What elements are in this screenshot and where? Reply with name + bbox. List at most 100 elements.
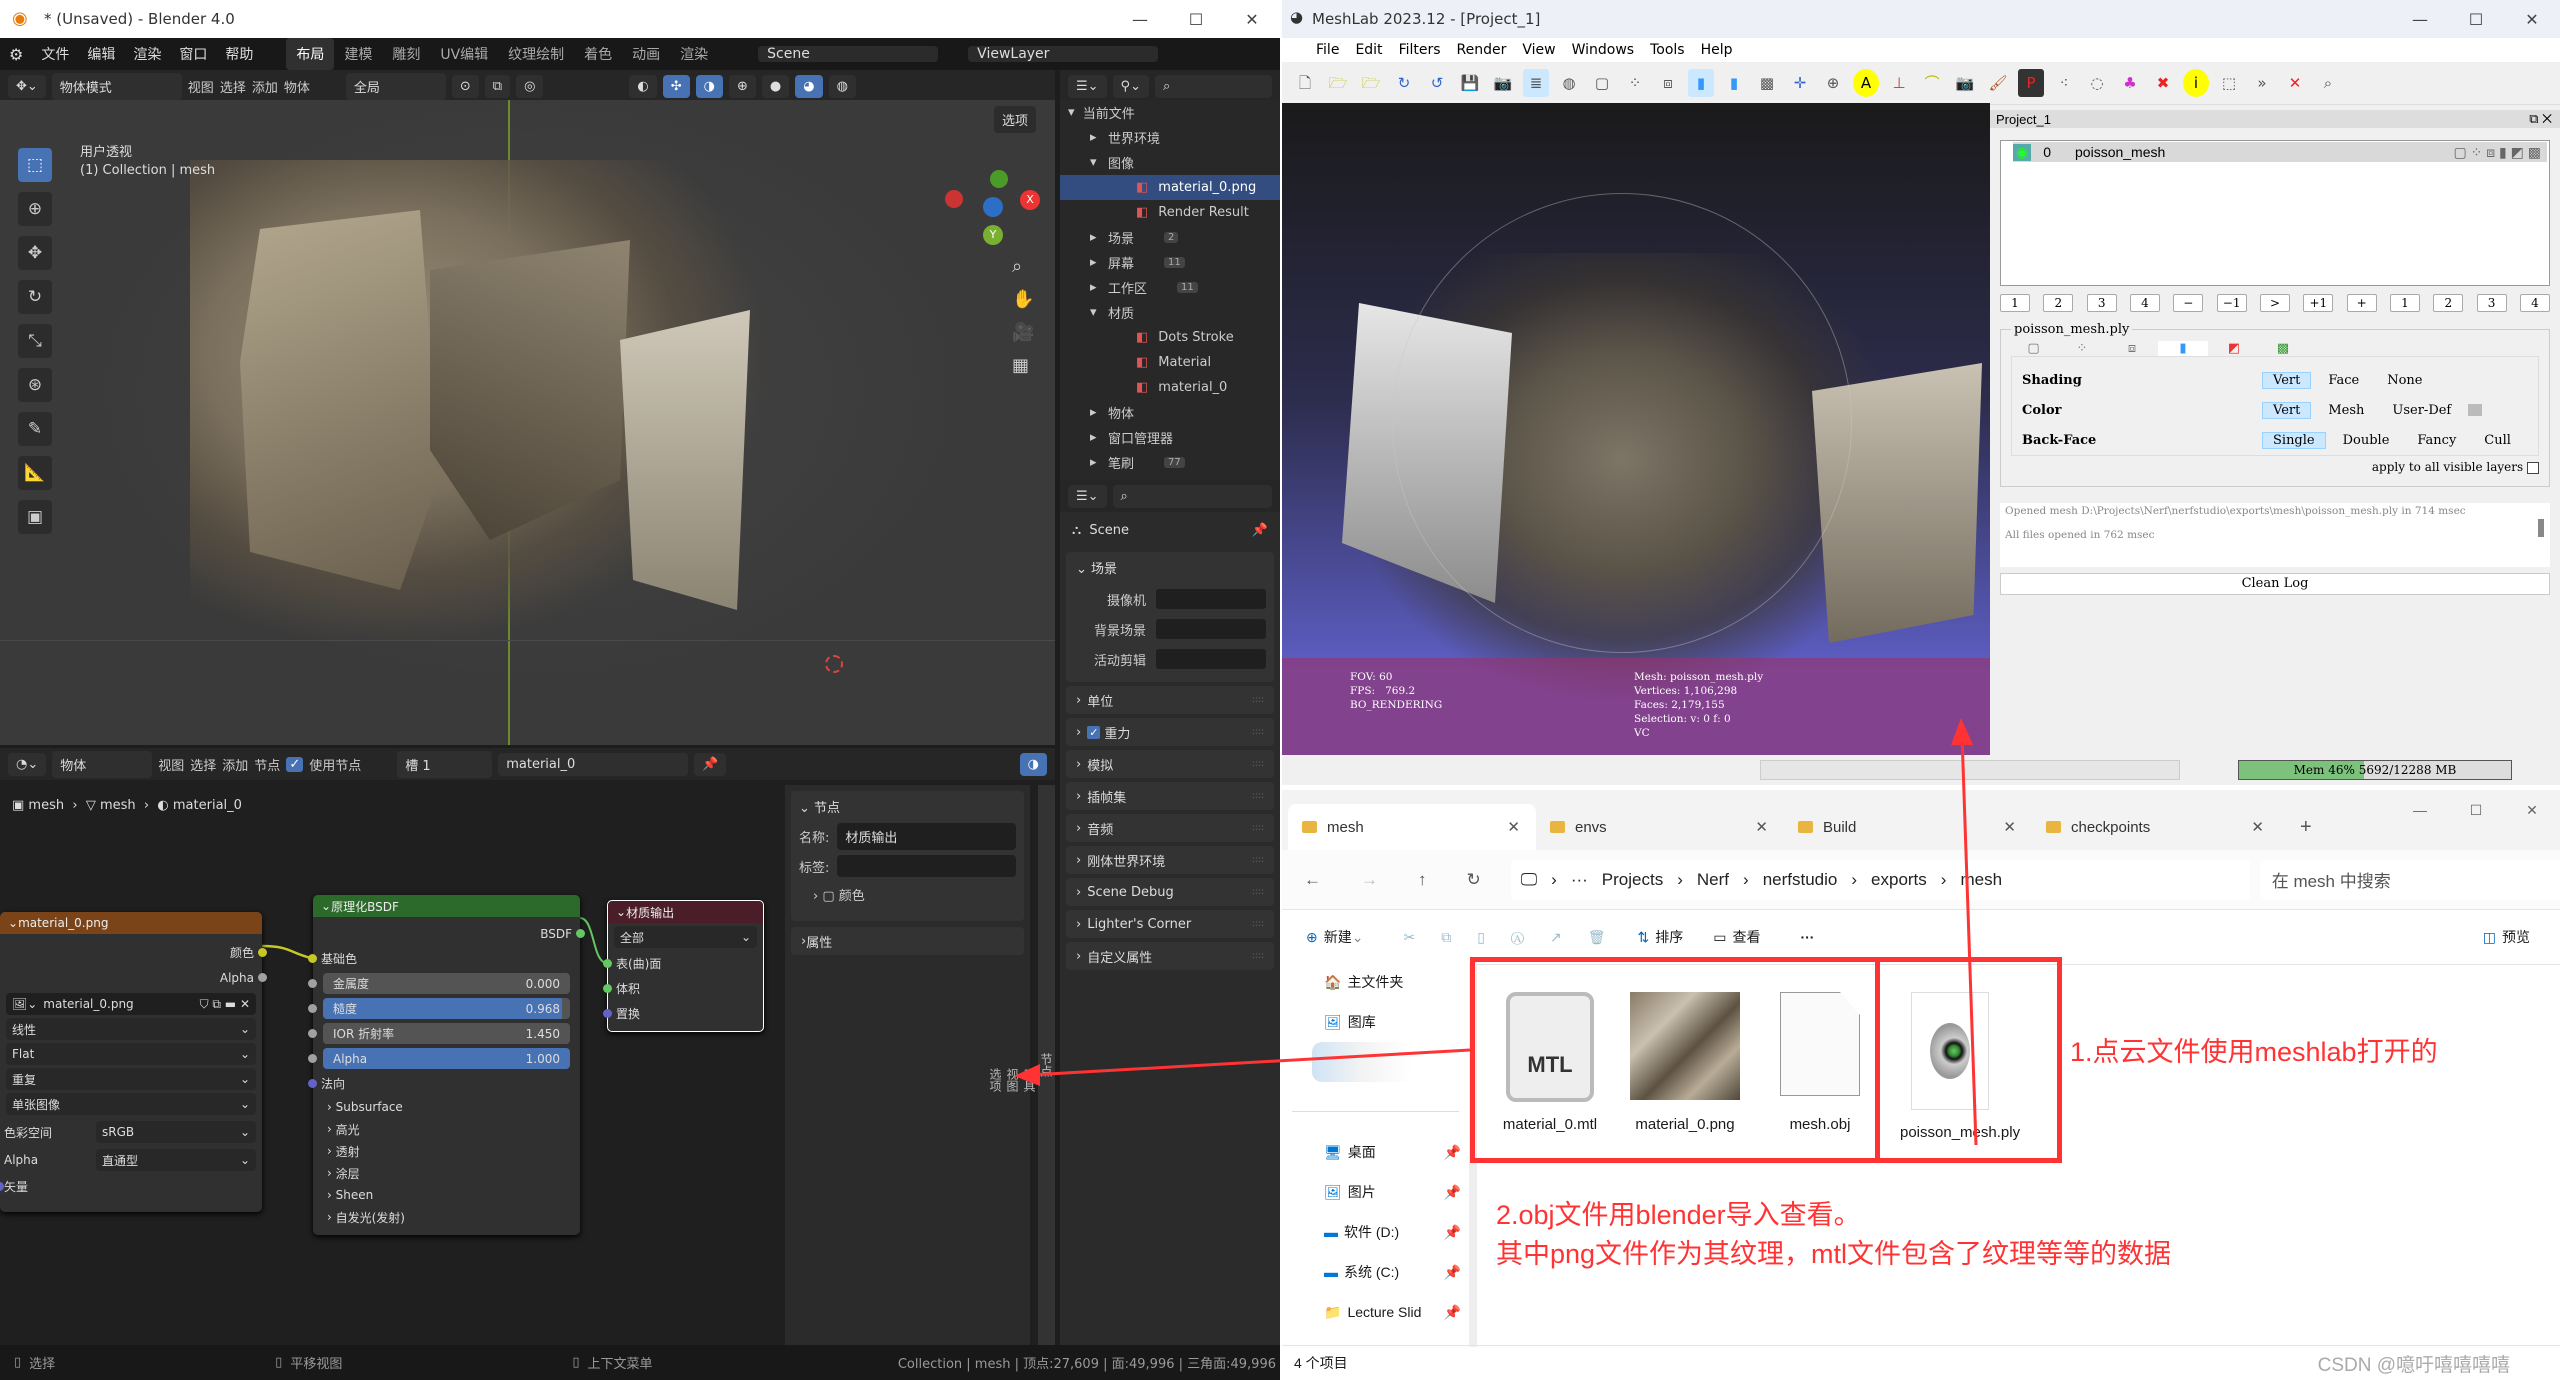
properties-panel[interactable]: › 插帧集:::: <box>1066 782 1274 810</box>
drag-handle-icon[interactable]: :::: <box>1252 791 1264 801</box>
axis-icon[interactable]: ✛ <box>1787 69 1813 97</box>
breadcrumb-segment[interactable]: nerfstudio <box>1763 870 1838 890</box>
trackball-icon[interactable]: ⊕ <box>1820 69 1846 97</box>
layer-nav-button[interactable]: 1 <box>2389 294 2420 312</box>
properties-panel[interactable]: › 模拟:::: <box>1066 750 1274 778</box>
apply-all-checkbox[interactable] <box>2527 461 2539 474</box>
menu-window[interactable]: 窗口 <box>170 44 216 64</box>
layers-icon[interactable]: ≣ <box>1523 69 1549 97</box>
overlay-toggle-icon[interactable]: ◑ <box>1019 752 1047 776</box>
outliner-item[interactable]: ▸ 窗口管理器 <box>1060 425 1280 450</box>
scale-tool-icon[interactable]: ⤡ <box>18 324 52 358</box>
dock-float-close-icon[interactable]: ⧉ ✕ <box>2529 111 2552 127</box>
pin-icon[interactable]: 📌 <box>1252 523 1268 538</box>
color-subpanel[interactable]: › ▢ 颜色 <box>799 885 1016 911</box>
value-slider[interactable]: 金属度 0.000 <box>323 973 570 994</box>
minimize-button[interactable]: — <box>1112 0 1168 38</box>
pin-icon[interactable]: 📌 <box>1444 1304 1461 1321</box>
node-header[interactable]: ⌄ 材质输出 <box>608 901 763 923</box>
select-vertices-icon[interactable]: ⁖ <box>2051 69 2077 97</box>
nav-item[interactable]: ▬ 软件 (D:) 📌 <box>1282 1212 1469 1252</box>
option-none[interactable]: None <box>2376 372 2433 389</box>
view-layer-selector[interactable]: ViewLayer <box>968 46 1159 62</box>
reload-icon[interactable]: ↻ <box>1391 69 1417 97</box>
layer-nav-button[interactable]: 2 <box>2433 294 2464 312</box>
orientation-selector[interactable]: 全局 <box>345 72 446 100</box>
bbox-icon[interactable]: ▢ <box>1589 69 1615 97</box>
editor-type-button[interactable]: ✥⌄ <box>8 74 46 98</box>
menu-add[interactable]: 添加 <box>252 77 278 96</box>
socket[interactable] <box>308 1054 317 1063</box>
properties-panel[interactable]: › Lighter's Corner:::: <box>1066 910 1274 938</box>
value-slider[interactable]: Alpha 1.000 <box>323 1048 570 1069</box>
principled-bsdf-node[interactable]: ⌄ 原理化BSDF BSDF 基础色 金属度 0.000 糙度 0.968 IOR 折射… <box>308 895 585 1235</box>
outliner-item[interactable]: ▾ 材质 <box>1060 300 1280 325</box>
meshlab-viewport[interactable]: FOV: 60 FPS: 769.2 BO_RENDERING Mesh: pois… <box>1282 103 1990 755</box>
menu-select[interactable]: 选择 <box>220 77 246 96</box>
menu-help[interactable]: 帮助 <box>216 44 262 64</box>
outliner-item[interactable]: ◧ material_0.png <box>1060 175 1280 200</box>
outliner-item[interactable]: ▸ 工作区 11 <box>1060 275 1280 300</box>
projection-dropdown[interactable]: Flat ⌄ <box>6 1043 256 1065</box>
trackball-circle[interactable] <box>1392 193 1852 653</box>
layer-nav-button[interactable]: +1 <box>2303 294 2334 312</box>
color-icon[interactable]: ♣ <box>2117 69 2143 97</box>
scene-panel-header[interactable]: ⌄ 场景 <box>1066 558 1274 582</box>
layer-nav-button[interactable]: − <box>2173 294 2204 312</box>
smooth-icon[interactable]: ▮ <box>1688 69 1714 97</box>
extension-dropdown[interactable]: 重复 ⌄ <box>6 1068 256 1090</box>
layer-row[interactable]: ◉ 0 poisson_mesh ▢ ⁘ ⧈ ▮ ◩ ▩ <box>2013 142 2547 162</box>
gravity-checkbox[interactable]: ✓ <box>1087 725 1101 739</box>
move-tool-icon[interactable]: ✥ <box>18 236 52 270</box>
properties-editor-icon[interactable]: ☰⌄ <box>1068 484 1107 508</box>
expand-arrow-icon[interactable]: ▸ <box>1090 230 1108 245</box>
nav-item[interactable]: 🖼 图库 <box>1282 1002 1469 1042</box>
outliner-item[interactable]: ▸ 场景 2 <box>1060 225 1280 250</box>
menu-file[interactable]: 文件 <box>32 44 78 64</box>
menu-edit[interactable]: 编辑 <box>78 44 124 64</box>
expand-arrow-icon[interactable]: ▾ <box>1090 155 1108 170</box>
forward-icon[interactable]: → <box>1361 870 1378 890</box>
node-subpanel[interactable]: › 高光 <box>313 1118 580 1140</box>
mode-selector[interactable]: 物体模式 <box>51 72 182 100</box>
menu-render[interactable]: 渲染 <box>124 44 170 64</box>
gizmo-y-icon[interactable] <box>983 197 1003 217</box>
explorer-tab[interactable]: mesh ✕ <box>1288 804 1536 850</box>
expand-arrow-icon[interactable]: ▸ <box>1090 405 1108 420</box>
expand-arrow-icon[interactable]: ▸ <box>1090 130 1108 145</box>
menu-view[interactable]: View <box>1514 42 1563 58</box>
chevron-icon[interactable]: › <box>1551 870 1557 890</box>
properties-panel[interactable]: › ✓ 重力:::: <box>1066 718 1274 746</box>
option-vert[interactable]: Vert <box>2262 401 2312 419</box>
new-tab-icon[interactable]: + <box>2280 804 2332 850</box>
option-fancy[interactable]: Fancy <box>2406 432 2467 449</box>
breadcrumb-segment[interactable]: Projects <box>1602 870 1663 890</box>
up-icon[interactable]: ↑ <box>1418 870 1427 890</box>
option-vert[interactable]: Vert <box>2262 371 2312 389</box>
shading-solid-icon[interactable]: ● <box>761 74 790 98</box>
expand-arrow-icon[interactable]: ▸ <box>1090 280 1108 295</box>
breadcrumb-segment[interactable]: exports <box>1871 870 1927 890</box>
interpolation-dropdown[interactable]: 线性 ⌄ <box>6 1018 256 1040</box>
close-tab-icon[interactable]: ✕ <box>1755 818 1768 836</box>
properties-panel[interactable]: › 自定义属性:::: <box>1066 942 1274 970</box>
node-subpanel[interactable]: › Subsurface <box>313 1096 580 1118</box>
clean-log-button[interactable]: Clean Log <box>2000 573 2550 595</box>
measure-tool-icon[interactable]: 📐 <box>18 456 52 490</box>
blender-menu-icon[interactable]: ⚙ <box>0 45 32 64</box>
socket[interactable] <box>603 959 612 968</box>
wireframe-icon[interactable]: ⧈ <box>1655 69 1681 97</box>
option-double[interactable]: Double <box>2332 432 2401 449</box>
option-mesh[interactable]: Mesh <box>2317 402 2375 419</box>
drag-handle-icon[interactable]: :::: <box>1252 855 1264 865</box>
layer-render-icons[interactable]: ▢ ⁘ ⧈ ▮ ◩ ▩ <box>2454 144 2541 161</box>
minimize-button[interactable]: — <box>2392 790 2448 830</box>
tab-sculpting[interactable]: 雕刻 <box>382 38 430 70</box>
address-bar[interactable]: 🖵 › ··· Projects › Nerf › nerfstudio › exports › me… <box>1510 859 2250 900</box>
close-button[interactable]: ✕ <box>1224 0 1280 38</box>
properties-panel[interactable]: › 单位:::: <box>1066 686 1274 714</box>
cursor-tool-icon[interactable]: ⊕ <box>18 192 52 226</box>
tab-points-icon[interactable]: ⁘ <box>2058 341 2106 356</box>
blurred-nav-item[interactable] <box>1312 1042 1412 1082</box>
minimize-button[interactable]: — <box>2392 0 2448 38</box>
